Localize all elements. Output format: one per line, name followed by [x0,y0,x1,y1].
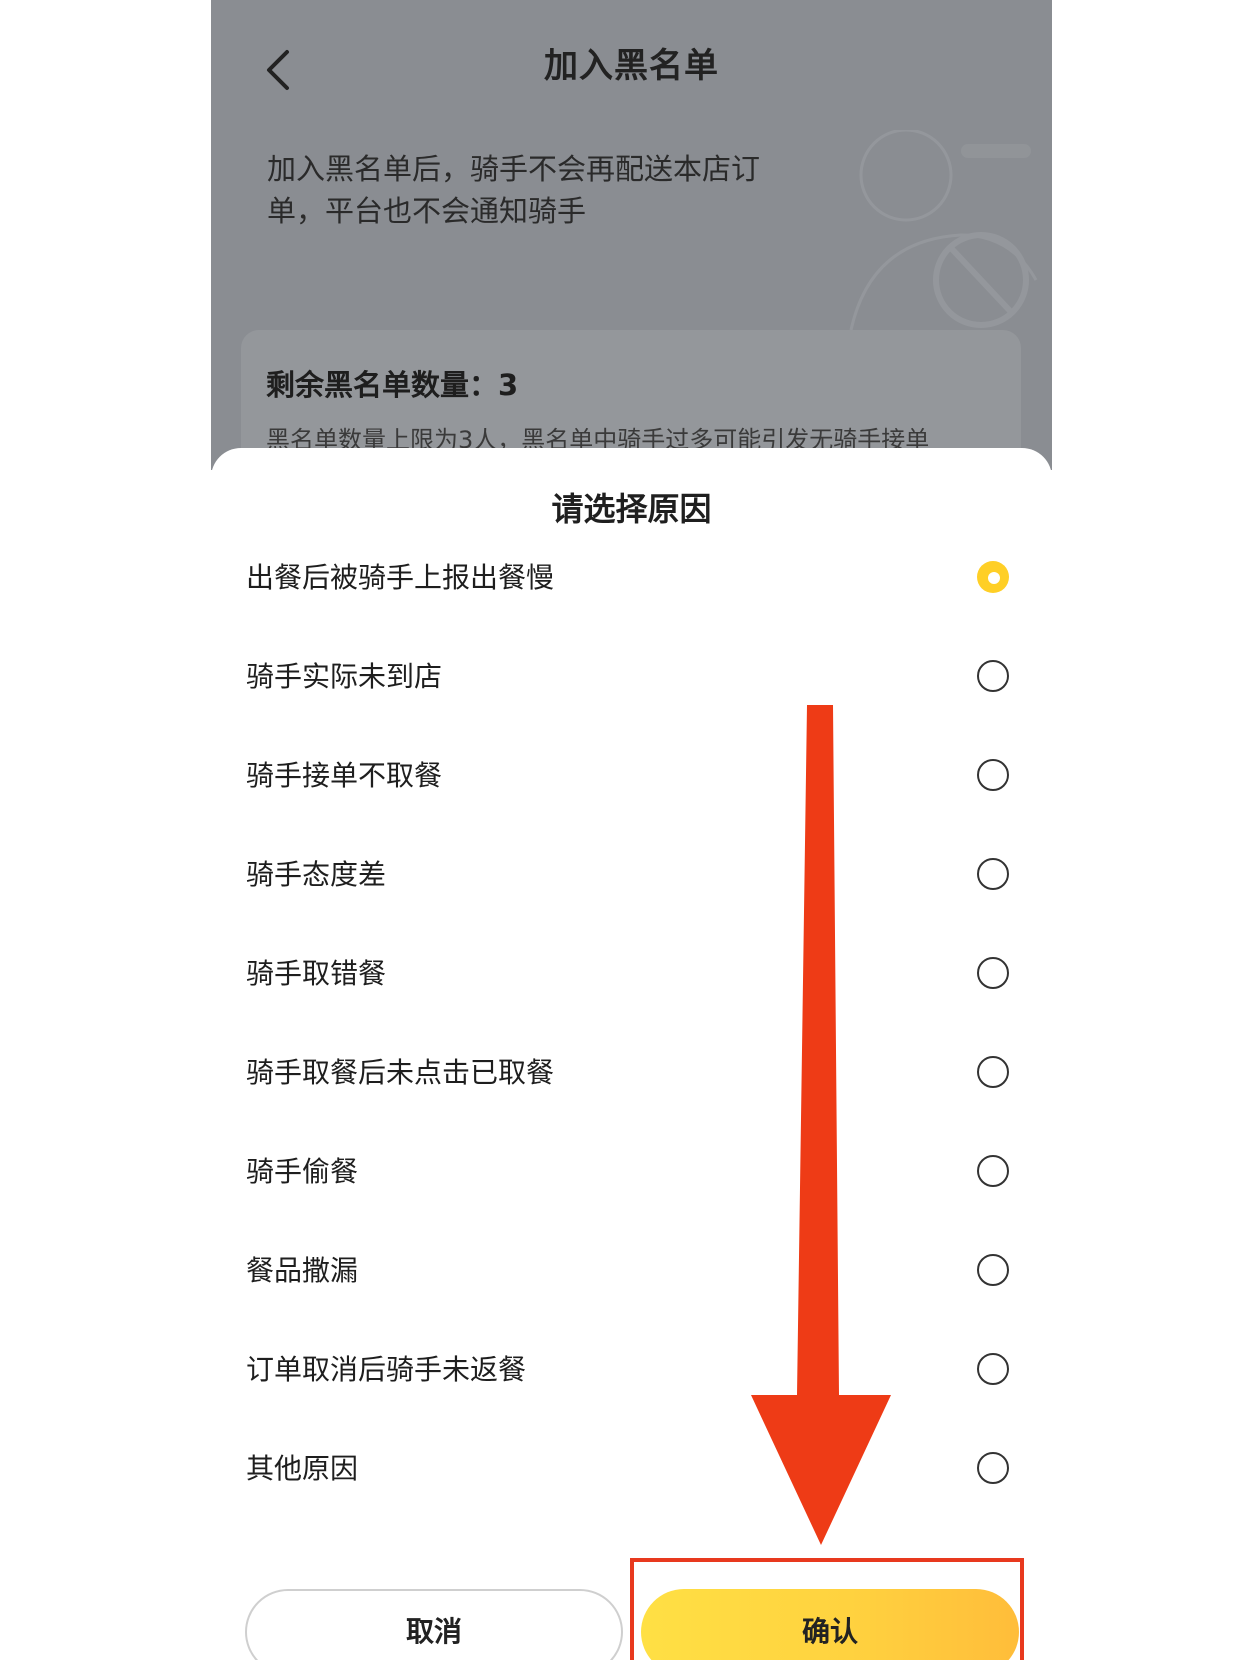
reason-label: 出餐后被骑手上报出餐慢 [246,561,555,594]
radio-icon[interactable] [977,858,1009,890]
reason-option[interactable]: 骑手接单不取餐 [211,726,1052,825]
radio-icon[interactable] [977,1254,1009,1286]
reason-option[interactable]: 骑手实际未到店 [211,627,1052,726]
reason-label: 骑手实际未到店 [246,660,443,693]
radio-icon[interactable] [977,1056,1009,1088]
reason-option[interactable]: 其他原因 [211,1419,1052,1518]
reason-label: 订单取消后骑手未返餐 [246,1353,527,1386]
reason-label: 餐品撒漏 [246,1254,359,1287]
remaining-count: 剩余黑名单数量：3 [266,368,519,402]
reason-label: 其他原因 [246,1452,359,1485]
reason-label: 骑手态度差 [246,858,387,891]
reason-label: 骑手取餐后未点击已取餐 [246,1056,555,1089]
reason-option[interactable]: 订单取消后骑手未返餐 [211,1320,1052,1419]
page-description: 加入黑名单后，骑手不会再配送本店订单，平台也不会通知骑手 [267,152,761,228]
phone-screen: 加入黑名单 加入黑名单后，骑手不会再配送本店订单，平台也不会通知骑手 剩余黑名单… [211,0,1052,1660]
cancel-button[interactable]: 取消 [245,1589,623,1660]
reason-list: 出餐后被骑手上报出餐慢 骑手实际未到店 骑手接单不取餐 骑手态度差 骑手取错餐 … [211,528,1052,1518]
down-arrow-icon [751,705,891,1545]
reason-label: 骑手偷餐 [246,1155,359,1188]
radio-icon[interactable] [977,1353,1009,1385]
radio-icon[interactable] [977,1155,1009,1187]
reason-option[interactable]: 餐品撒漏 [211,1221,1052,1320]
radio-icon[interactable] [977,759,1009,791]
radio-checked-icon[interactable] [977,561,1009,593]
rider-illustration-icon [849,130,1038,330]
reason-label: 骑手取错餐 [246,957,387,990]
radio-icon[interactable] [977,660,1009,692]
reason-sheet: 请选择原因 出餐后被骑手上报出餐慢 骑手实际未到店 骑手接单不取餐 骑手态度差 … [211,448,1052,1660]
reason-option[interactable]: 骑手态度差 [211,825,1052,924]
reason-option[interactable]: 骑手取错餐 [211,924,1052,1023]
reason-option[interactable]: 出餐后被骑手上报出餐慢 [211,528,1052,627]
confirm-highlight-annotation [630,1558,1024,1660]
reason-option[interactable]: 骑手取餐后未点击已取餐 [211,1023,1052,1122]
reason-option[interactable]: 骑手偷餐 [211,1122,1052,1221]
sheet-title: 请选择原因 [551,490,712,528]
dimmed-page: 加入黑名单 加入黑名单后，骑手不会再配送本店订单，平台也不会通知骑手 剩余黑名单… [211,0,1052,530]
radio-icon[interactable] [977,957,1009,989]
page-title: 加入黑名单 [544,46,719,86]
radio-icon[interactable] [977,1452,1009,1484]
reason-label: 骑手接单不取餐 [246,759,443,792]
nav-bar: 加入黑名单 [211,0,1052,120]
